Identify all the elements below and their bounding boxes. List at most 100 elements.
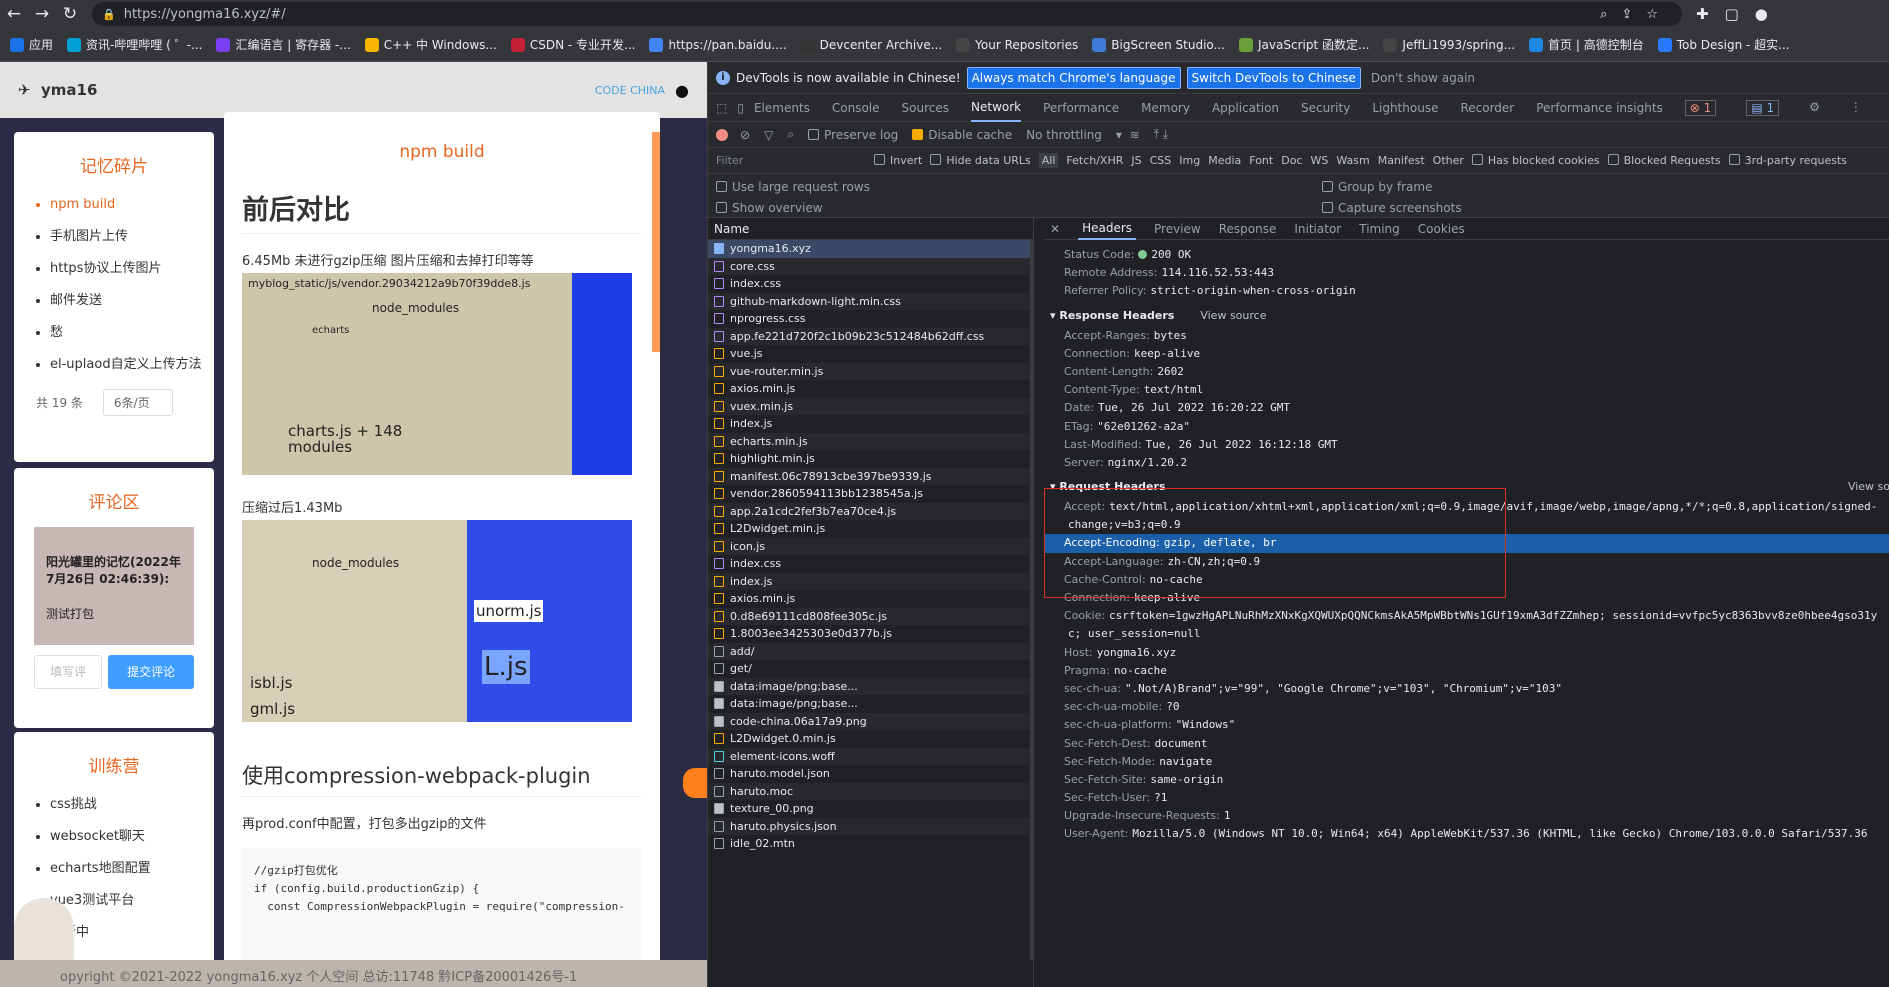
large-rows-option[interactable]: Use large request rows	[716, 180, 870, 194]
camp-item[interactable]: css挑战	[50, 789, 214, 821]
memory-item[interactable]: el-uplaod自定义上传方法	[50, 349, 214, 381]
bookmark-item[interactable]: Your Repositories	[956, 37, 1078, 52]
side-widget-handle[interactable]	[683, 768, 707, 798]
request-row[interactable]: nprogress.css	[708, 310, 1033, 328]
request-row[interactable]: app.fe221d720f2c1b09b23c512484b62dff.css	[708, 327, 1033, 345]
detail-tab-initiator[interactable]: Initiator	[1294, 222, 1341, 236]
filter-ws[interactable]: WS	[1310, 154, 1328, 167]
filter-doc[interactable]: Doc	[1281, 154, 1302, 167]
header-line[interactable]: c; user_session=null	[1044, 625, 1889, 643]
camp-item[interactable]: websocket聊天	[50, 821, 214, 853]
inspect-icon[interactable]: ⬚	[716, 101, 727, 115]
request-row[interactable]: idle_02.mtn	[708, 835, 1033, 853]
tab-performance[interactable]: Performance	[1043, 101, 1119, 115]
request-row[interactable]: data:image/png;base...	[708, 695, 1033, 713]
header-line[interactable]: sec-ch-ua-mobile: ?0	[1044, 698, 1889, 716]
forward-icon[interactable]: →	[28, 4, 56, 24]
header-line[interactable]: Content-Type: text/html	[1044, 381, 1889, 399]
search-icon[interactable]: ⌕	[787, 127, 794, 142]
detail-tab-response[interactable]: Response	[1219, 222, 1277, 236]
header-line[interactable]: Sec-Fetch-Mode: navigate	[1044, 753, 1889, 771]
header-line[interactable]: Server: nginx/1.20.2	[1044, 454, 1889, 472]
tab-recorder[interactable]: Recorder	[1460, 101, 1514, 115]
capture-screenshots-option[interactable]: Capture screenshots	[1322, 201, 1462, 215]
request-row[interactable]: axios.min.js	[708, 590, 1033, 608]
bookmark-item[interactable]: 汇编语言 | 寄存器 -...	[216, 36, 351, 53]
header-line[interactable]: sec-ch-ua: ".Not/A)Brand";v="99", "Google…	[1044, 680, 1889, 698]
disable-cache-checkbox[interactable]: Disable cache	[912, 128, 1012, 142]
bookmark-item[interactable]: 资讯-哔哩哔哩 ( ゜-...	[67, 36, 202, 53]
tab-sources[interactable]: Sources	[902, 101, 949, 115]
filter-css[interactable]: CSS	[1150, 154, 1172, 167]
show-overview-option[interactable]: Show overview	[716, 201, 823, 215]
tab-console[interactable]: Console	[832, 101, 880, 115]
filter-fetch-xhr[interactable]: Fetch/XHR	[1066, 154, 1123, 167]
camp-item[interactable]: echarts地图配置	[50, 853, 214, 885]
device-icon[interactable]: ▯	[737, 101, 744, 115]
filter-blocked-requests[interactable]: Blocked Requests	[1607, 154, 1721, 167]
bookmark-item[interactable]: Tob Design - 超实...	[1657, 36, 1790, 53]
request-row[interactable]: add/	[708, 642, 1033, 660]
bookmark-item[interactable]: JeffLi1993/spring...	[1383, 37, 1515, 52]
tab-application[interactable]: Application	[1212, 101, 1279, 115]
header-line[interactable]: Accept-Ranges: bytes	[1044, 327, 1889, 345]
live2d-avatar[interactable]	[14, 898, 74, 968]
detail-tab-cookies[interactable]: Cookies	[1418, 222, 1465, 236]
request-row[interactable]: app.2a1cdc2fef3b7ea70ce4.js	[708, 502, 1033, 520]
tab-network[interactable]: Network	[971, 94, 1022, 122]
view-source-link-2[interactable]: View so	[1848, 472, 1889, 502]
clear-icon[interactable]: ⊘	[740, 128, 750, 142]
header-line[interactable]: Host: yongma16.xyz	[1044, 644, 1889, 662]
filter-img[interactable]: Img	[1179, 154, 1200, 167]
request-row[interactable]: haruto.moc	[708, 782, 1033, 800]
bookmark-item[interactable]: 首页 | 高德控制台	[1529, 36, 1644, 53]
memory-item[interactable]: 愁	[50, 317, 214, 349]
back-icon[interactable]: ←	[0, 4, 28, 24]
import-icon[interactable]: ⤒ ⤓	[1154, 127, 1168, 142]
request-row[interactable]: vuex.min.js	[708, 397, 1033, 415]
throttling-select[interactable]: No throttling	[1026, 128, 1102, 142]
request-row[interactable]: vendor.2860594113bb1238545a.js	[708, 485, 1033, 503]
group-by-frame-option[interactable]: Group by frame	[1322, 180, 1432, 194]
header-line[interactable]: Sec-Fetch-Site: same-origin	[1044, 771, 1889, 789]
header-line[interactable]: Content-Length: 2602	[1044, 363, 1889, 381]
request-row[interactable]: github-markdown-light.min.css	[708, 292, 1033, 310]
memory-item[interactable]: 手机图片上传	[50, 221, 214, 253]
filter-manifest[interactable]: Manifest	[1378, 154, 1425, 167]
tab-memory[interactable]: Memory	[1141, 101, 1190, 115]
filter-3rd-party-requests[interactable]: 3rd-party requests	[1728, 154, 1847, 167]
throttle-dropdown-icon[interactable]: ▾ ≋	[1116, 128, 1140, 142]
site-scrollbar[interactable]	[652, 132, 660, 352]
request-row[interactable]: index.js	[708, 572, 1033, 590]
omnibox-tools[interactable]: ⌕⇪☆	[1600, 7, 1672, 22]
memory-item[interactable]: https协议上传图片	[50, 253, 214, 285]
error-count-badge[interactable]: ⊗ 1	[1684, 99, 1717, 116]
request-row[interactable]: highlight.min.js	[708, 450, 1033, 468]
filter-wasm[interactable]: Wasm	[1336, 154, 1369, 167]
request-row[interactable]: 1.8003ee3425303e0d377b.js	[708, 625, 1033, 643]
filter-invert[interactable]: Invert	[874, 154, 922, 167]
site-brand[interactable]: yma16	[41, 81, 97, 99]
comment-input[interactable]: 填写评	[34, 655, 103, 689]
filter-all[interactable]: All	[1038, 153, 1059, 168]
filter-font[interactable]: Font	[1249, 154, 1273, 167]
tab-lighthouse[interactable]: Lighthouse	[1372, 101, 1438, 115]
filter-js[interactable]: JS	[1131, 154, 1141, 167]
address-bar[interactable]: 🔒 https://yongma16.xyz/#/ ⌕⇪☆	[92, 2, 1682, 26]
bookmark-item[interactable]: JavaScript 函数定...	[1239, 36, 1369, 53]
match-language-button[interactable]: Always match Chrome's language	[966, 66, 1181, 89]
memory-item[interactable]: npm build	[50, 189, 214, 221]
memory-item[interactable]: 邮件发送	[50, 285, 214, 317]
switch-chinese-button[interactable]: Switch DevTools to Chinese	[1186, 66, 1361, 89]
filter-other[interactable]: Other	[1433, 154, 1464, 167]
request-row[interactable]: core.css	[708, 257, 1033, 275]
filter-input[interactable]: Filter	[716, 154, 866, 167]
github-icon[interactable]: ●	[675, 81, 689, 100]
detail-tab-preview[interactable]: Preview	[1154, 222, 1201, 236]
header-line[interactable]: sec-ch-ua-platform: "Windows"	[1044, 716, 1889, 734]
header-line[interactable]: Status Code: 200 OK	[1044, 246, 1889, 264]
header-line[interactable]: Pragma: no-cache	[1044, 662, 1889, 680]
request-row[interactable]: manifest.06c78913cbe397be9339.js	[708, 467, 1033, 485]
close-detail-icon[interactable]: ✕	[1050, 222, 1060, 236]
filter-has-blocked-cookies[interactable]: Has blocked cookies	[1471, 154, 1600, 167]
